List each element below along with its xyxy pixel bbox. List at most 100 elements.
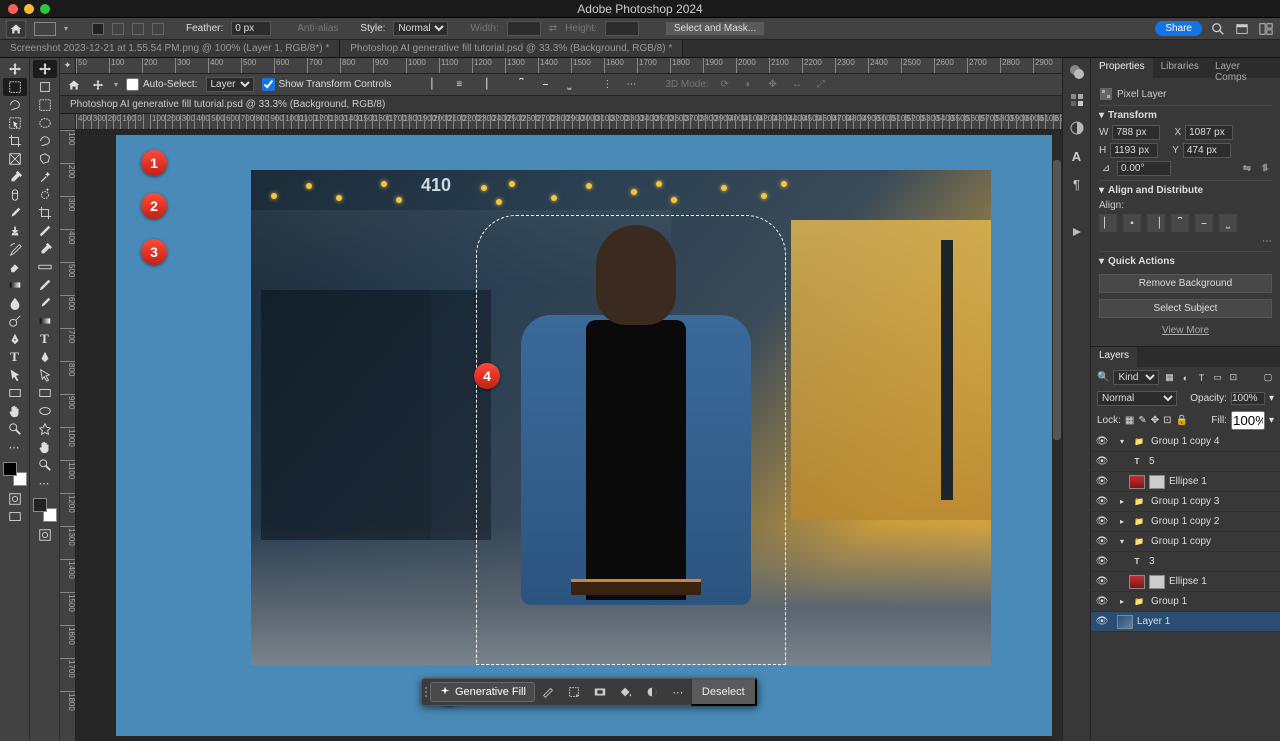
pen-tool-icon[interactable] bbox=[3, 330, 27, 348]
fill-chevron-icon[interactable]: ▾ bbox=[1269, 415, 1274, 426]
selection-new-icon[interactable] bbox=[92, 23, 104, 35]
color-swatches[interactable] bbox=[3, 462, 27, 486]
angle-input[interactable] bbox=[1117, 161, 1171, 176]
distribute-icon[interactable]: ⋮ bbox=[599, 77, 615, 93]
paragraph-panel-icon[interactable]: ¶ bbox=[1067, 174, 1087, 194]
timeline-panel-icon[interactable] bbox=[1067, 222, 1087, 242]
expand-icon[interactable]: ▸ bbox=[1117, 517, 1127, 526]
chevron-down-2-icon[interactable]: ▾ bbox=[114, 80, 118, 89]
scrollbar-thumb[interactable] bbox=[1053, 160, 1061, 440]
magic-wand-icon[interactable] bbox=[33, 168, 57, 186]
visibility-icon[interactable]: 👁 bbox=[1095, 616, 1109, 627]
layer-name[interactable]: Layer 1 bbox=[1137, 616, 1276, 627]
artboard-tool-icon[interactable] bbox=[33, 78, 57, 96]
document-tab-1[interactable]: Screenshot 2023-12-21 at 1.55.54 PM.png … bbox=[0, 40, 340, 57]
more-options-icon[interactable]: ⋯ bbox=[665, 681, 691, 703]
ruler-origin[interactable]: ✦ bbox=[60, 58, 76, 74]
slice-tool-icon[interactable] bbox=[33, 222, 57, 240]
brush-tool-icon[interactable] bbox=[3, 204, 27, 222]
character-panel-icon[interactable]: A bbox=[1067, 146, 1087, 166]
fill-input[interactable] bbox=[1231, 411, 1265, 430]
chevron-down-5-icon[interactable]: ▾ bbox=[1099, 256, 1104, 267]
visibility-icon[interactable]: 👁 bbox=[1095, 596, 1109, 607]
width-value-input[interactable] bbox=[1112, 125, 1160, 140]
chevron-down-4-icon[interactable]: ▾ bbox=[1099, 185, 1104, 196]
rectangle-tool-icon[interactable] bbox=[3, 384, 27, 402]
color-swatches-2[interactable] bbox=[33, 498, 57, 522]
filter-smart-icon[interactable]: ⊡ bbox=[1227, 372, 1239, 384]
chevron-down-3-icon[interactable]: ▾ bbox=[1099, 110, 1104, 121]
frame-tool-icon[interactable] bbox=[3, 150, 27, 168]
layer-name[interactable]: Ellipse 1 bbox=[1169, 576, 1276, 587]
color-panel-icon[interactable] bbox=[1067, 62, 1087, 82]
align-more-icon[interactable]: ⋯ bbox=[1099, 236, 1272, 247]
crop-tool-icon[interactable] bbox=[3, 132, 27, 150]
filter-shape-icon[interactable]: ▭ bbox=[1211, 372, 1223, 384]
move-tool-icon[interactable] bbox=[3, 60, 27, 78]
eyedropper-2-icon[interactable] bbox=[33, 240, 57, 258]
filter-pixel-icon[interactable]: ▦ bbox=[1163, 372, 1175, 384]
feather-input[interactable] bbox=[231, 21, 271, 36]
hand-tool-icon[interactable] bbox=[3, 402, 27, 420]
foreground-color-swatch[interactable] bbox=[3, 462, 17, 476]
opacity-chevron-icon[interactable]: ▾ bbox=[1269, 393, 1274, 404]
fill-selection-icon[interactable] bbox=[613, 681, 639, 703]
auto-select-checkbox[interactable] bbox=[126, 78, 139, 91]
maximize-window-icon[interactable] bbox=[40, 4, 50, 14]
polygonal-lasso-icon[interactable] bbox=[33, 150, 57, 168]
clone-stamp-tool-icon[interactable] bbox=[3, 222, 27, 240]
layer-name[interactable]: Group 1 copy 2 bbox=[1151, 516, 1276, 527]
move-tool-2-icon[interactable] bbox=[33, 60, 57, 78]
crop-2-icon[interactable] bbox=[33, 204, 57, 222]
layer-filter-select[interactable]: Kind bbox=[1113, 370, 1159, 385]
align-left-icon[interactable]: ▏ bbox=[427, 77, 443, 93]
close-window-icon[interactable] bbox=[8, 4, 18, 14]
layer-name[interactable]: Group 1 copy bbox=[1151, 536, 1276, 547]
spot-healing-tool-icon[interactable] bbox=[3, 186, 27, 204]
align-left-btn[interactable]: ▏ bbox=[1099, 214, 1117, 232]
height-value-input[interactable] bbox=[1110, 143, 1158, 158]
quick-mask-2-icon[interactable] bbox=[33, 526, 57, 544]
history-brush-tool-icon[interactable] bbox=[3, 240, 27, 258]
layer-row[interactable]: 👁Ellipse 1 bbox=[1091, 472, 1280, 492]
lasso-2-icon[interactable] bbox=[33, 132, 57, 150]
edit-toolbar-icon[interactable]: ⋯ bbox=[3, 438, 27, 456]
lock-all-icon[interactable]: 🔒 bbox=[1176, 415, 1188, 426]
selection-intersect-icon[interactable] bbox=[152, 23, 164, 35]
filter-toggle-icon[interactable]: ▢ bbox=[1262, 372, 1274, 384]
y-value-input[interactable] bbox=[1183, 143, 1231, 158]
ruler-vertical[interactable]: 1002003004005006007008009001000110012001… bbox=[60, 130, 76, 741]
home-icon-2[interactable] bbox=[66, 77, 82, 93]
pen-2-icon[interactable] bbox=[33, 348, 57, 366]
align-vcenter-btn[interactable]: ⎯ bbox=[1195, 214, 1213, 232]
tool-preset-picker[interactable] bbox=[34, 22, 56, 36]
align-bottom-btn[interactable]: ⎵ bbox=[1219, 214, 1237, 232]
subtract-selection-icon[interactable] bbox=[535, 681, 561, 703]
home-button[interactable] bbox=[6, 20, 26, 38]
select-subject-button[interactable]: Select Subject bbox=[1099, 299, 1272, 318]
layer-row[interactable]: 👁▸📁Group 1 bbox=[1091, 592, 1280, 612]
align-right-icon[interactable]: ▕ bbox=[475, 77, 491, 93]
invert-selection-icon[interactable] bbox=[587, 681, 613, 703]
auto-select-mode-select[interactable]: Layer bbox=[206, 77, 254, 92]
expand-icon[interactable]: ▾ bbox=[1117, 437, 1127, 446]
type-2-icon[interactable]: T bbox=[33, 330, 57, 348]
layer-name[interactable]: 3 bbox=[1149, 556, 1276, 567]
lock-artboard-icon[interactable]: ⊡ bbox=[1163, 415, 1171, 426]
ruler-tool-icon[interactable] bbox=[33, 258, 57, 276]
tab-libraries[interactable]: Libraries bbox=[1153, 58, 1207, 78]
x-value-input[interactable] bbox=[1185, 125, 1233, 140]
layer-name[interactable]: Group 1 copy 4 bbox=[1151, 436, 1276, 447]
filter-adjustment-icon[interactable]: ◐ bbox=[1179, 372, 1191, 384]
align-hcenter-btn[interactable]: ▪ bbox=[1123, 214, 1141, 232]
blur-tool-icon[interactable] bbox=[3, 294, 27, 312]
eyedropper-tool-icon[interactable] bbox=[3, 168, 27, 186]
foreground-swatch-2[interactable] bbox=[33, 498, 47, 512]
create-mask-icon[interactable] bbox=[639, 681, 665, 703]
gradient-tool-icon[interactable] bbox=[3, 276, 27, 294]
move-tool-indicator-icon[interactable] bbox=[90, 77, 106, 93]
visibility-icon[interactable]: 👁 bbox=[1095, 436, 1109, 447]
canvas[interactable]: 410 bbox=[76, 130, 1062, 741]
visibility-icon[interactable]: 👁 bbox=[1095, 536, 1109, 547]
select-and-mask-button[interactable]: Select and Mask... bbox=[665, 21, 765, 36]
